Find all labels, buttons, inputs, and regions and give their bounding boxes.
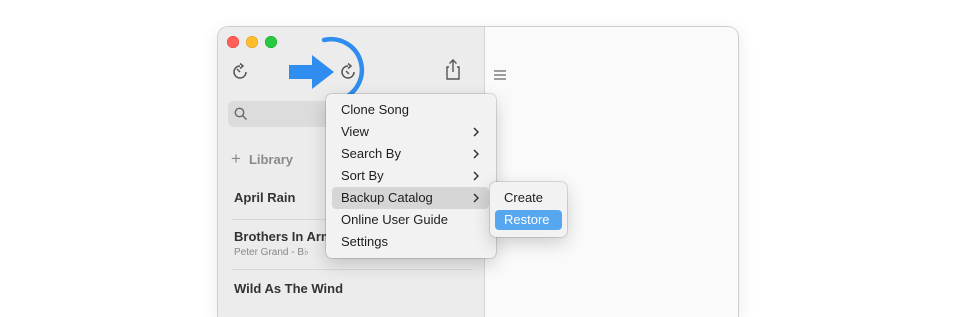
song-subtitle: Peter Grand - B♭ — [234, 247, 309, 258]
chevron-right-icon — [473, 193, 479, 203]
menu-item-view[interactable]: View — [332, 121, 489, 143]
menu-item-backup-catalog[interactable]: Backup Catalog — [332, 187, 489, 209]
close-window-button[interactable] — [227, 36, 239, 48]
search-icon — [234, 107, 247, 120]
chevron-right-icon — [473, 127, 479, 137]
sync-icon[interactable] — [230, 62, 250, 82]
submenu-item-create[interactable]: Create — [495, 188, 562, 208]
detail-pane — [485, 27, 738, 317]
menu-item-label: Settings — [341, 234, 388, 249]
submenu-item-label: Restore — [504, 212, 550, 227]
chevron-right-icon — [473, 149, 479, 159]
list-item[interactable]: Wild As The Wind — [234, 281, 343, 296]
list-item[interactable]: April Rain — [234, 190, 295, 205]
menu-item-label: Online User Guide — [341, 212, 448, 227]
song-title: Wild As The Wind — [234, 281, 344, 296]
blue-arrow-icon — [289, 55, 334, 89]
menu-item-label: Search By — [341, 146, 401, 161]
list-item[interactable]: Brothers In Arms Peter Grand - B♭ — [234, 229, 340, 258]
chevron-right-icon — [473, 171, 479, 181]
song-title: April Rain — [234, 190, 296, 205]
minimize-window-button[interactable] — [246, 36, 258, 48]
submenu-item-restore[interactable]: Restore — [495, 210, 562, 230]
menu-item-online-user-guide[interactable]: Online User Guide — [332, 209, 489, 231]
divider — [232, 269, 472, 270]
menu-item-clone-song[interactable]: Clone Song — [332, 99, 489, 121]
backup-submenu: Create Restore — [490, 182, 567, 237]
add-library-button[interactable]: + Library — [231, 149, 293, 169]
library-label: Library — [248, 151, 294, 167]
menu-item-sort-by[interactable]: Sort By — [332, 165, 489, 187]
song-title: Brothers In Arms — [234, 229, 340, 244]
menu-item-label: Clone Song — [341, 102, 409, 117]
submenu-item-label: Create — [504, 190, 544, 205]
zoom-window-button[interactable] — [265, 36, 277, 48]
menu-item-search-by[interactable]: Search By — [332, 143, 489, 165]
menu-item-label: View — [341, 124, 369, 139]
share-icon[interactable] — [443, 58, 463, 82]
menu-item-label: Sort By — [341, 168, 384, 183]
plus-icon: + — [231, 149, 241, 168]
menu-item-settings[interactable]: Settings — [332, 231, 489, 253]
list-icon[interactable] — [493, 69, 507, 81]
menu-item-label: Backup Catalog — [341, 190, 433, 205]
context-menu: Clone Song View Search By Sort By Backup… — [326, 94, 496, 258]
